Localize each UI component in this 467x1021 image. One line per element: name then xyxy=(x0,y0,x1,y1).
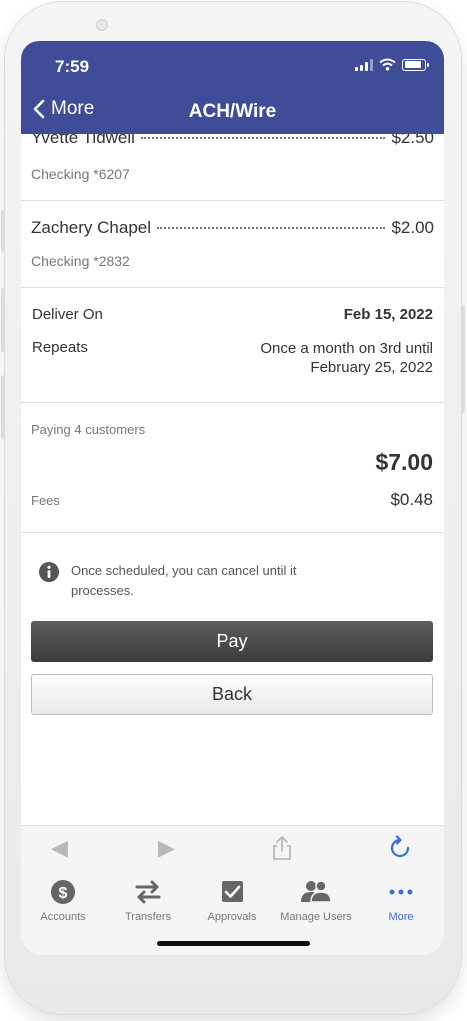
fees-label: Fees xyxy=(31,493,60,508)
checkbox-icon xyxy=(222,881,243,902)
ellipsis-icon xyxy=(389,889,413,895)
deliver-on-label: Deliver On xyxy=(32,306,103,323)
payee-row: Yvette Tidwell $2.50 Checking *6207 xyxy=(21,134,444,201)
phone-screen: 7:59 More ACH/Wire Yvette Tidwell $2.50 … xyxy=(21,41,444,955)
deliver-on-value: Feb 15, 2022 xyxy=(343,306,433,323)
payee-amount: $2.50 xyxy=(391,134,434,147)
tab-approvals[interactable]: Approvals xyxy=(190,877,274,923)
paying-count: Paying 4 customers xyxy=(31,422,146,437)
status-time: 7:59 xyxy=(55,57,90,76)
svg-text:$: $ xyxy=(59,885,68,902)
status-icons xyxy=(355,58,429,71)
summary-section: Paying 4 customers $7.00 Fees $0.48 xyxy=(21,403,444,533)
repeats-value: Once a month on 3rd until February 25, 2… xyxy=(260,340,433,376)
payee-account: Checking *6207 xyxy=(31,166,130,182)
side-button xyxy=(1,375,5,439)
notice-text: Once scheduled, you can cancel until it … xyxy=(71,563,297,598)
pay-button[interactable]: Pay xyxy=(31,621,433,662)
home-indicator xyxy=(157,941,310,946)
payee-account: Checking *2832 xyxy=(31,253,130,269)
front-camera xyxy=(96,19,108,31)
signal-icon xyxy=(355,58,373,71)
side-button xyxy=(1,288,5,352)
side-button xyxy=(1,210,5,252)
share-icon[interactable] xyxy=(271,835,293,861)
transfer-arrows-icon xyxy=(135,880,161,904)
payee-name: Yvette Tidwell xyxy=(31,134,135,147)
info-icon xyxy=(39,562,59,582)
nav-header: 7:59 More ACH/Wire xyxy=(21,41,444,134)
back-button[interactable]: Back xyxy=(31,674,433,715)
payment-review: Yvette Tidwell $2.50 Checking *6207 Zach… xyxy=(21,134,444,825)
tab-more[interactable]: More xyxy=(359,877,443,923)
battery-icon xyxy=(402,58,429,71)
payee-amount: $2.00 xyxy=(391,218,434,237)
repeats-label: Repeats xyxy=(32,339,88,356)
browser-toolbar: ◀ ▶ xyxy=(21,825,444,872)
refresh-icon[interactable] xyxy=(387,835,413,861)
total-amount: $7.00 xyxy=(375,449,433,475)
tab-transfers[interactable]: Transfers xyxy=(106,877,190,923)
schedule-section: Deliver On Feb 15, 2022 Repeats Once a m… xyxy=(21,288,444,403)
power-button xyxy=(461,305,465,413)
page-title: ACH/Wire xyxy=(188,101,277,122)
users-icon xyxy=(301,880,332,903)
browser-back-icon[interactable]: ◀ xyxy=(51,835,68,861)
payee-name: Zachery Chapel xyxy=(31,218,152,237)
fees-value: $0.48 xyxy=(390,490,433,509)
browser-forward-icon[interactable]: ▶ xyxy=(158,835,175,861)
wifi-icon xyxy=(379,58,396,71)
tab-accounts[interactable]: $ Accounts xyxy=(21,877,105,923)
payee-row: Zachery Chapel $2.00 Checking *2832 xyxy=(21,201,444,288)
dollar-circle-icon: $ xyxy=(51,880,75,904)
tab-manage-users[interactable]: Manage Users xyxy=(274,877,358,923)
